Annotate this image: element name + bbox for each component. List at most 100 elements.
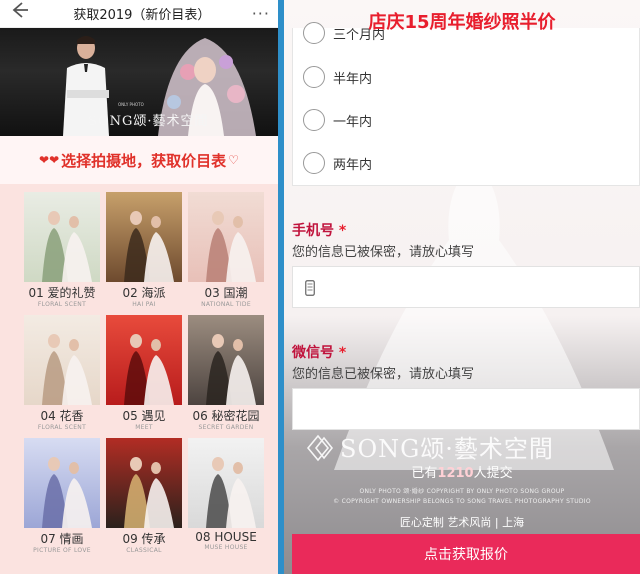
svg-text:SONG颂·藝术空間: SONG颂·藝术空間 bbox=[340, 435, 554, 463]
location-grid: 01 爱的礼赞 FLORAL SCENT 02 海派 HAI PAI 03 国潮 NATI… bbox=[24, 192, 266, 557]
right-panel: 店庆15周年婚纱照半价 三个月内 半年内 一年内 两年内 手机号 * 您的信息已… bbox=[284, 0, 640, 574]
submission-count: 已有1210人提交 bbox=[284, 462, 640, 481]
location-photo[interactable] bbox=[24, 438, 100, 528]
back-arrow-icon[interactable] bbox=[8, 0, 32, 28]
phone-label-text: 手机号 bbox=[292, 223, 334, 239]
location-english-name: NATIONAL TIDE bbox=[201, 301, 251, 308]
location-name: 海派 bbox=[141, 286, 166, 300]
location-name: HOUSE bbox=[214, 530, 257, 544]
location-caption: 05 遇见 bbox=[106, 407, 182, 424]
location-number: 01 bbox=[28, 286, 44, 300]
submitted-count-number: 1210 bbox=[437, 466, 474, 481]
location-caption: 03 国潮 bbox=[188, 284, 264, 301]
location-number: 02 bbox=[122, 286, 138, 300]
location-caption: 02 海派 bbox=[106, 284, 182, 301]
option-label: 一年内 bbox=[333, 114, 373, 130]
promo-banner-text: 店庆15周年婚纱照半价 bbox=[368, 12, 556, 33]
song-watermark-logo: SONG颂·藝术空間 bbox=[306, 434, 554, 463]
option-two-years[interactable]: 两年内 bbox=[303, 152, 372, 174]
location-number: 06 bbox=[192, 409, 208, 423]
headline-text: 选择拍摄地，获取价目表 bbox=[61, 151, 227, 170]
location-card[interactable]: 07 情画 PICTURE OF LOVE bbox=[24, 438, 100, 557]
location-number: 09 bbox=[122, 532, 138, 546]
location-photo[interactable] bbox=[188, 315, 264, 405]
location-photo[interactable] bbox=[106, 192, 182, 282]
phone-icon bbox=[305, 280, 315, 296]
location-card[interactable]: 01 爱的礼赞 FLORAL SCENT bbox=[24, 192, 100, 311]
radio-icon[interactable] bbox=[303, 109, 325, 131]
phone-input[interactable] bbox=[292, 266, 640, 308]
location-caption: 09 传承 bbox=[106, 530, 182, 547]
location-number: 07 bbox=[40, 532, 56, 546]
option-half-year[interactable]: 半年内 bbox=[303, 66, 372, 88]
more-dots-icon[interactable]: ··· bbox=[252, 4, 270, 23]
brand-small-text: ONLY PHOTO bbox=[118, 102, 144, 107]
brand-logo-text: SONG颂·藝术空間 bbox=[88, 114, 209, 129]
copyright-line-1: ONLY PHOTO 颂·婚纱 COPYRIGHT BY ONLY PHOTO … bbox=[359, 488, 565, 495]
location-name: 花香 bbox=[59, 409, 84, 423]
required-star: * bbox=[338, 223, 347, 239]
location-card[interactable]: 02 海派 HAI PAI bbox=[106, 192, 182, 311]
location-name: 传承 bbox=[141, 532, 166, 546]
location-number: 08 bbox=[195, 530, 211, 544]
location-number: 03 bbox=[204, 286, 220, 300]
choose-location-headline: ❤❤ 选择拍摄地，获取价目表 ♡ bbox=[0, 136, 278, 184]
required-star: * bbox=[338, 345, 347, 361]
location-caption: 01 爱的礼赞 bbox=[24, 284, 100, 301]
location-english-name: CLASSICAL bbox=[126, 547, 162, 554]
location-grid-section: 01 爱的礼赞 FLORAL SCENT 02 海派 HAI PAI 03 国潮 NATI… bbox=[0, 184, 278, 574]
location-english-name: PICTURE OF LOVE bbox=[33, 547, 91, 554]
location-english-name: FLORAL SCENT bbox=[37, 301, 87, 308]
location-caption: 07 情画 bbox=[24, 530, 100, 547]
location-number: 04 bbox=[40, 409, 56, 423]
option-label: 两年内 bbox=[333, 157, 373, 173]
location-card[interactable]: 05 遇见 MEET bbox=[106, 315, 182, 434]
location-card[interactable]: 09 传承 CLASSICAL bbox=[106, 438, 182, 557]
location-name: 情画 bbox=[59, 532, 84, 546]
location-card[interactable]: 03 国潮 NATIONAL TIDE bbox=[188, 192, 264, 311]
wechat-hint: 您的信息已被保密，请放心填写 bbox=[292, 367, 475, 382]
location-english-name: MEET bbox=[135, 424, 153, 431]
heart-icon: ♡ bbox=[228, 153, 239, 167]
location-photo[interactable] bbox=[188, 438, 264, 528]
radio-icon[interactable] bbox=[303, 152, 325, 174]
location-card[interactable]: 04 花香 FLORAL SCENT bbox=[24, 315, 100, 434]
location-card[interactable]: 08 HOUSE MUSE HOUSE bbox=[188, 438, 264, 557]
location-name: 遇见 bbox=[141, 409, 166, 423]
location-photo[interactable] bbox=[106, 438, 182, 528]
wechat-input[interactable] bbox=[292, 388, 640, 430]
left-panel: 获取2019（新价目表） ··· ONLY PHOTO SONG颂·藝术空間 ❤… bbox=[0, 0, 278, 574]
location-name: 爱的礼赞 bbox=[47, 286, 96, 300]
page-title: 获取2019（新价目表） bbox=[73, 8, 211, 23]
location-name: 秘密花园 bbox=[211, 409, 260, 423]
location-english-name: MUSE HOUSE bbox=[204, 544, 248, 551]
double-heart-icon: ❤❤ bbox=[39, 153, 60, 167]
wedding-time-options: 三个月内 半年内 一年内 两年内 bbox=[292, 22, 640, 186]
location-caption: 06 秘密花园 bbox=[188, 407, 264, 424]
brand-tagline: 匠心定制 艺术风尚 | 上海 bbox=[399, 516, 525, 529]
location-caption: 04 花香 bbox=[24, 407, 100, 424]
phone-label: 手机号 * bbox=[292, 220, 346, 240]
submitted-suffix: 人提交 bbox=[473, 466, 513, 481]
radio-icon[interactable] bbox=[303, 66, 325, 88]
hero-banner: ONLY PHOTO SONG颂·藝术空間 bbox=[0, 28, 278, 136]
location-english-name: FLORAL SCENT bbox=[37, 424, 87, 431]
copyright-line-2: © COPYRIGHT OWNERSHIP BELONGS TO SONG TR… bbox=[333, 498, 591, 505]
location-photo[interactable] bbox=[106, 315, 182, 405]
location-english-name: SECRET GARDEN bbox=[198, 424, 254, 431]
location-photo[interactable] bbox=[24, 315, 100, 405]
location-card[interactable]: 06 秘密花园 SECRET GARDEN bbox=[188, 315, 264, 434]
location-english-name: HAI PAI bbox=[132, 301, 156, 308]
wechat-label: 微信号 * bbox=[292, 342, 346, 362]
get-quote-button[interactable]: 点击获取报价 bbox=[292, 534, 640, 574]
wechat-label-text: 微信号 bbox=[292, 345, 334, 361]
location-photo[interactable] bbox=[24, 192, 100, 282]
location-photo[interactable] bbox=[188, 192, 264, 282]
option-one-year[interactable]: 一年内 bbox=[303, 109, 372, 131]
phone-hint: 您的信息已被保密，请放心填写 bbox=[292, 245, 475, 260]
option-label: 半年内 bbox=[333, 71, 373, 87]
location-number: 05 bbox=[122, 409, 138, 423]
location-name: 国潮 bbox=[223, 286, 248, 300]
top-navigation-bar: 获取2019（新价目表） ··· bbox=[0, 0, 278, 28]
location-caption: 08 HOUSE bbox=[188, 530, 264, 544]
